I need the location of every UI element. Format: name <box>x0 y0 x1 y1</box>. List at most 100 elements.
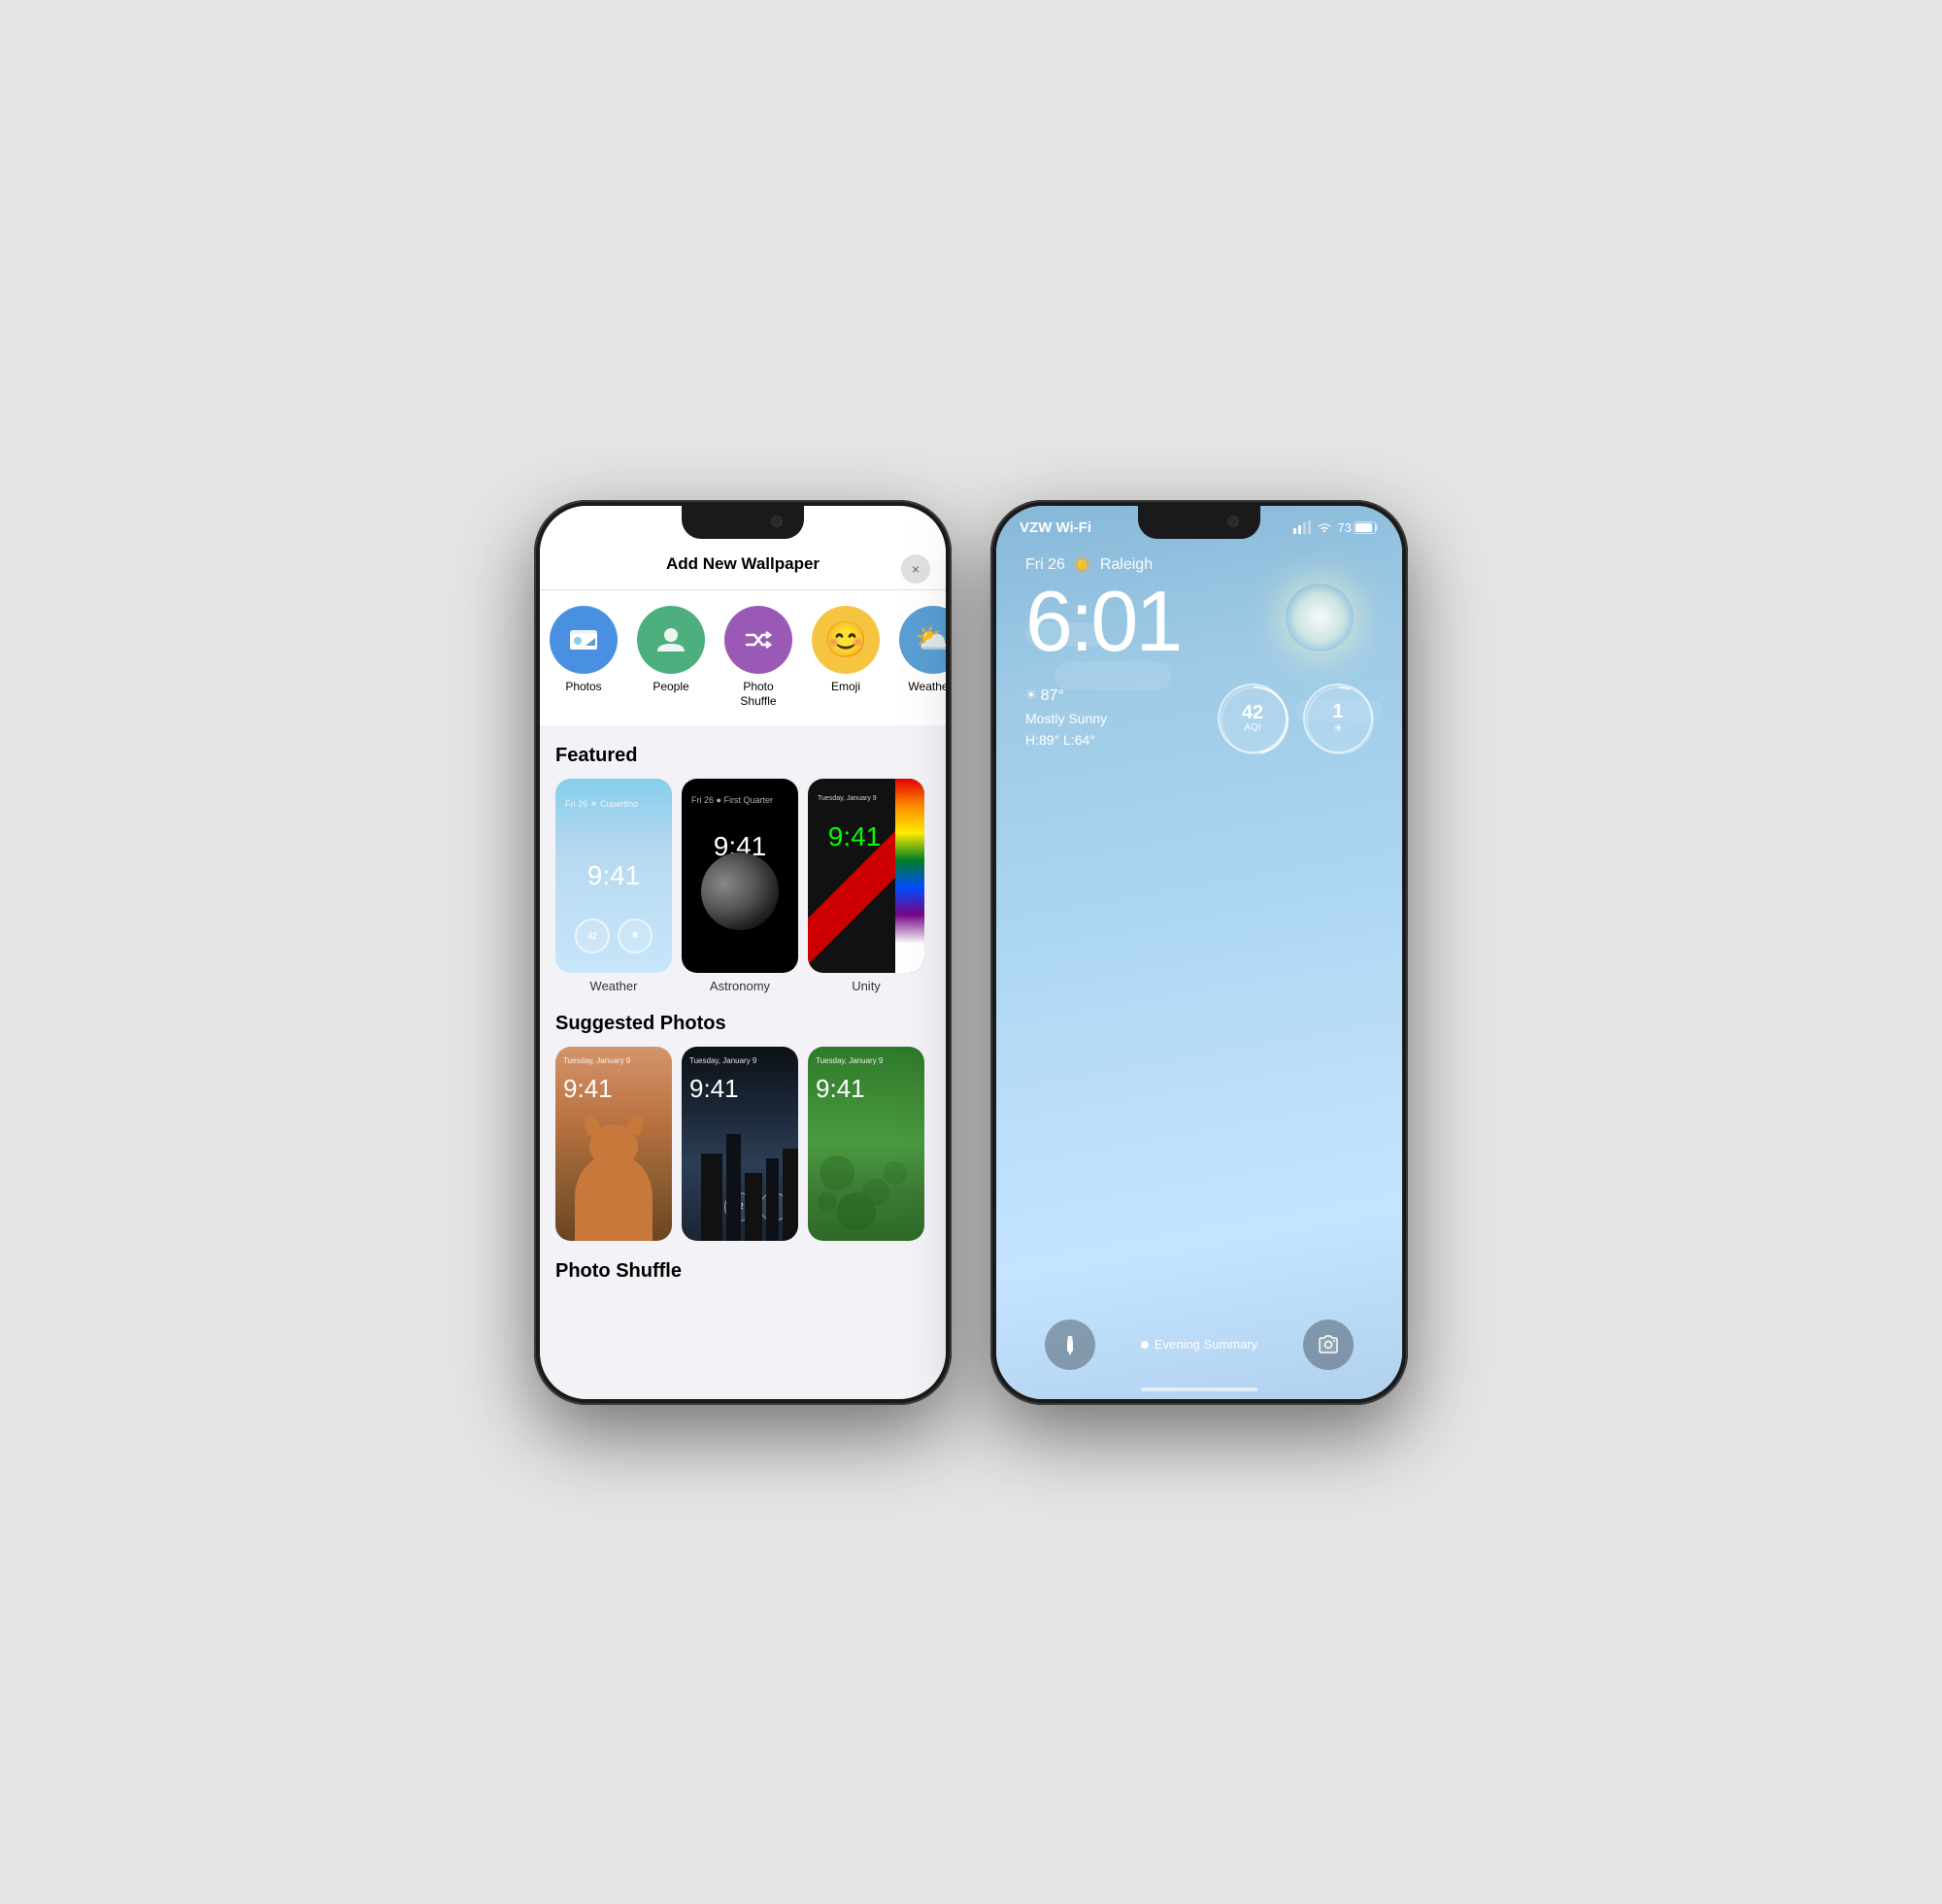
torch-button[interactable] <box>1045 1319 1095 1370</box>
city-thumbnail: Tuesday, January 9 9:41 72 ⊙ <box>682 1047 798 1241</box>
unity-thumbnail: Tuesday, January 9 9:41 <box>808 779 924 973</box>
lockscreen-city: Raleigh <box>1100 556 1153 574</box>
people-type-label: People <box>653 680 688 695</box>
uv-widget: 1 ☀ <box>1303 684 1373 753</box>
home-indicator <box>1141 1387 1257 1391</box>
photo-shuffle-section-header: Photo Shuffle <box>540 1241 946 1294</box>
suggested-thumbnails: Tuesday, January 9 9:41 <box>540 1047 946 1241</box>
wallpaper-type-people[interactable]: People <box>627 606 715 710</box>
aqi-widget: 42 AQI <box>1218 684 1288 753</box>
featured-weather-item[interactable]: Fri 26 ☀ Cupertino 9:41 42 ☀ Weather <box>555 779 672 993</box>
wallpaper-type-weather[interactable]: ⛅ Weathe... <box>889 606 946 710</box>
wallpaper-type-photos[interactable]: Photos <box>540 606 627 710</box>
cat-thumb-time: 9:41 <box>563 1074 613 1104</box>
signal-icon <box>1293 520 1311 534</box>
shuffle-icon-circle <box>724 606 792 674</box>
left-phone-screen: Add New Wallpaper × <box>540 506 946 1399</box>
notification-dot <box>1141 1341 1149 1349</box>
uv-mini-widget: ☀ <box>618 919 653 953</box>
uv-circle-border <box>1303 684 1377 757</box>
suggested-city-item[interactable]: Tuesday, January 9 9:41 72 ⊙ <box>682 1047 798 1241</box>
camera-button[interactable] <box>1303 1319 1354 1370</box>
aqi-circle-border <box>1218 684 1291 757</box>
shuffle-type-label: PhotoShuffle <box>740 680 776 710</box>
weather-thumb-label: Weather <box>590 979 638 993</box>
unity-thumb-time: 9:41 <box>828 821 882 852</box>
lockscreen-widgets: ☀ 87° Mostly Sunny H:89° L:64° 42 AQ <box>996 684 1402 753</box>
unity-thumb-info: Tuesday, January 9 <box>818 794 877 804</box>
city-thumb-date: Tuesday, January 9 <box>689 1056 756 1065</box>
cat-thumbnail: Tuesday, January 9 9:41 <box>555 1047 672 1241</box>
battery-indicator: 73 <box>1338 520 1379 535</box>
shuffle-icon <box>741 622 776 657</box>
lockscreen-date-weather: Fri 26 ☀️ Raleigh <box>1025 555 1373 575</box>
featured-section-header: Featured <box>540 725 946 779</box>
wallpaper-type-shuffle[interactable]: PhotoShuffle <box>715 606 802 710</box>
lockscreen: VZW Wi-Fi <box>996 506 1402 1399</box>
weather-thumb-widgets: 42 ☀ <box>575 919 653 953</box>
unity-rainbow <box>895 779 924 973</box>
suggested-section-header: Suggested Photos <box>540 993 946 1047</box>
weather-widget: ☀ 87° Mostly Sunny H:89° L:64° <box>1025 684 1107 752</box>
astronomy-moon <box>701 852 779 930</box>
cat-thumb-date: Tuesday, January 9 <box>563 1056 630 1065</box>
photos-icon-circle <box>550 606 618 674</box>
wallpaper-type-emoji[interactable]: 😊 Emoji <box>802 606 889 710</box>
wallpaper-header-title: Add New Wallpaper <box>666 554 820 574</box>
featured-unity-item[interactable]: Tuesday, January 9 9:41 Unity <box>808 779 924 993</box>
people-icon-circle <box>637 606 705 674</box>
city-buildings <box>682 1134 798 1241</box>
cat-figure <box>570 1134 657 1241</box>
left-phone: Add New Wallpaper × <box>534 500 952 1405</box>
emoji-type-label: Emoji <box>831 680 860 695</box>
battery-icon <box>1354 521 1379 534</box>
wifi-icon <box>1317 521 1332 533</box>
wallpaper-picker-screen: Add New Wallpaper × <box>540 506 946 1399</box>
astronomy-thumbnail: Fri 26 ● First Quarter 9:41 <box>682 779 798 973</box>
astronomy-thumb-label: Astronomy <box>710 979 770 993</box>
notification-text: Evening Summary <box>1155 1337 1257 1352</box>
city-thumb-time: 9:41 <box>689 1074 739 1104</box>
suggested-nature-item[interactable]: Tuesday, January 9 9:41 <box>808 1047 924 1241</box>
lily-pad-texture <box>808 1047 924 1241</box>
torch-icon <box>1059 1334 1081 1355</box>
right-notch <box>1138 506 1260 539</box>
cloud-1 <box>1025 622 1103 647</box>
photos-type-label: Photos <box>565 680 601 695</box>
aqi-label: AQI <box>1244 722 1260 733</box>
uv-sun-icon: ☀ <box>1333 721 1344 735</box>
wallpaper-content[interactable]: Photos People <box>540 590 946 1399</box>
suggested-cat-item[interactable]: Tuesday, January 9 9:41 <box>555 1047 672 1241</box>
featured-astronomy-item[interactable]: Fri 26 ● First Quarter 9:41 Astronomy <box>682 779 798 993</box>
weather-thumb-location: Fri 26 ☀ Cupertino <box>565 798 638 811</box>
weather-type-icon-circle: ⛅ <box>899 606 946 674</box>
battery-label: 73 <box>1338 520 1352 535</box>
carrier-label: VZW Wi-Fi <box>1020 519 1091 536</box>
nature-thumbnail: Tuesday, January 9 9:41 <box>808 1047 924 1241</box>
weather-thumbnail: Fri 26 ☀ Cupertino 9:41 42 ☀ <box>555 779 672 973</box>
circle-widgets: 42 AQI 1 ☀ <box>1218 684 1373 753</box>
lockscreen-notification: Evening Summary <box>1141 1337 1257 1352</box>
astronomy-thumb-info: Fri 26 ● First Quarter <box>691 794 773 807</box>
people-icon <box>653 622 688 657</box>
sun-icon-inline: ☀️ <box>1073 555 1092 575</box>
status-icons: 73 <box>1293 520 1379 535</box>
sun-decoration <box>1286 584 1354 651</box>
lockscreen-date: Fri 26 <box>1025 556 1065 574</box>
weather-thumb-time: 9:41 <box>587 860 641 891</box>
close-button[interactable]: × <box>901 554 930 584</box>
weather-sun-icon: ☀ <box>1025 685 1037 706</box>
camera-icon <box>1318 1334 1339 1355</box>
right-front-camera <box>1227 516 1239 527</box>
weather-desc-display: Mostly Sunny <box>1025 708 1107 729</box>
weather-range-display: H:89° L:64° <box>1025 729 1107 751</box>
cloud-2 <box>1055 661 1171 690</box>
close-icon: × <box>912 561 920 577</box>
weather-type-label: Weathe... <box>908 680 946 695</box>
right-phone-screen: VZW Wi-Fi <box>996 506 1402 1399</box>
aqi-mini-widget: 42 <box>575 919 610 953</box>
unity-thumb-label: Unity <box>852 979 881 993</box>
featured-thumbnails: Fri 26 ☀ Cupertino 9:41 42 ☀ Weather <box>540 779 946 993</box>
notch <box>682 506 804 539</box>
front-camera <box>771 516 783 527</box>
